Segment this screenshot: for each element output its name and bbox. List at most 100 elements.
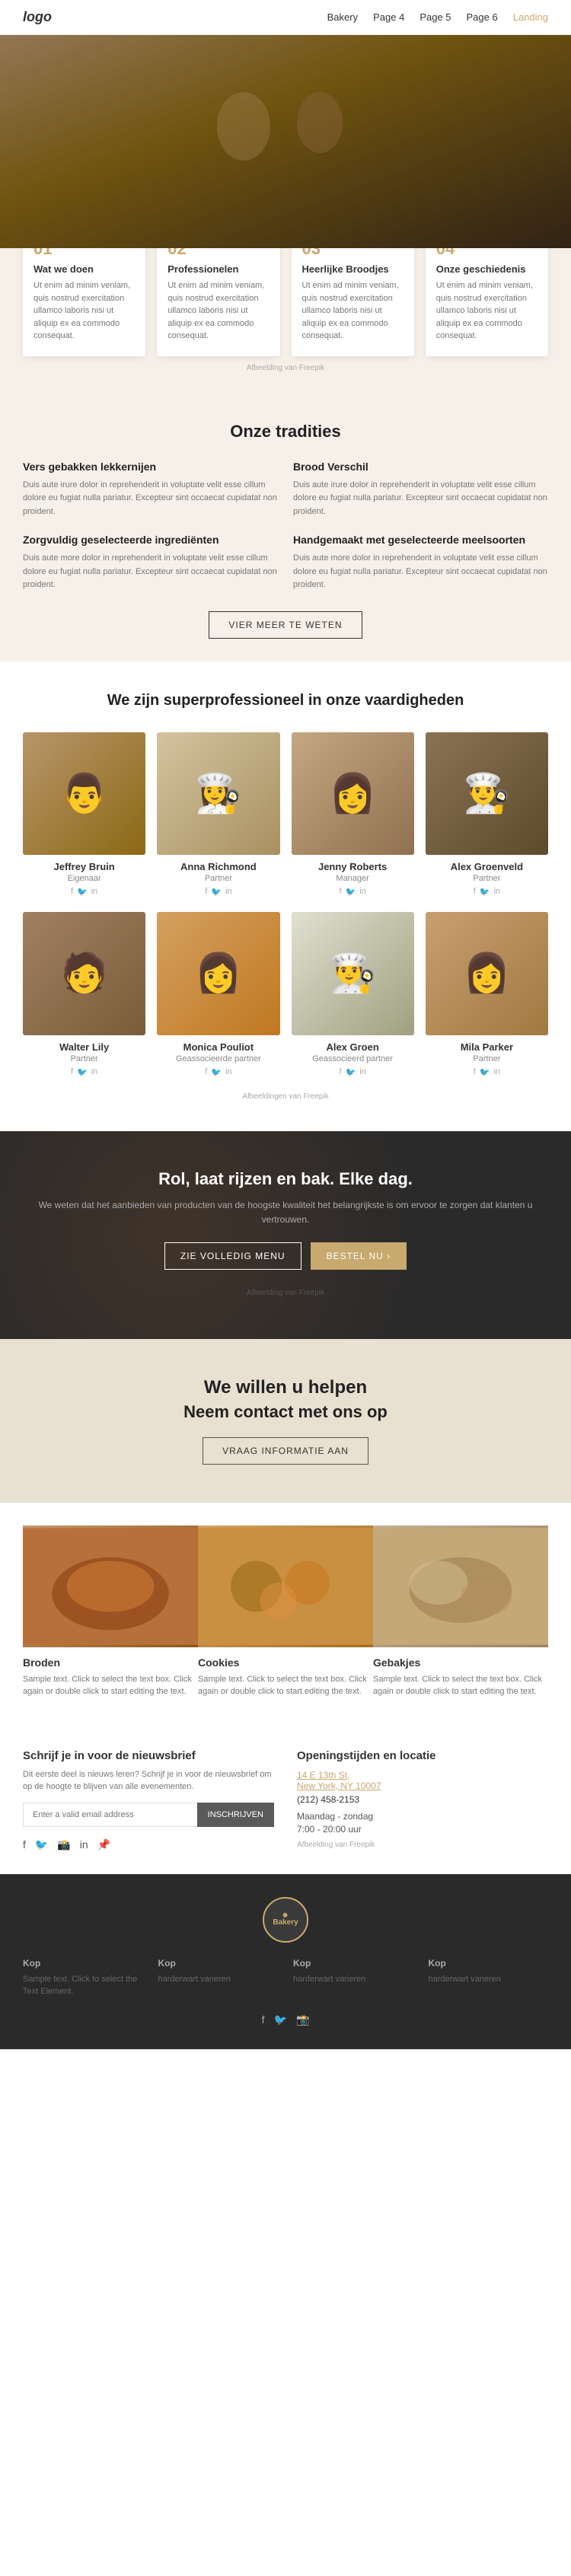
member-6-social[interactable]: f 🐦 in xyxy=(157,1067,279,1077)
twitter-icon[interactable]: 🐦 xyxy=(211,887,222,897)
address[interactable]: 14 E 13th St, New York, NY 10007 xyxy=(297,1770,548,1791)
footer-columns: Kop Sample text. Click to select the Tex… xyxy=(23,1958,548,1998)
nav-page6[interactable]: Page 6 xyxy=(467,11,498,23)
footer-col-3-title: Kop xyxy=(293,1958,413,1969)
member-1-name: Jeffrey Bruin xyxy=(23,861,145,872)
nav-page5[interactable]: Page 5 xyxy=(419,11,451,23)
linkedin-icon[interactable]: in xyxy=(493,887,500,897)
footer-instagram-icon[interactable]: 📸 xyxy=(296,2013,309,2026)
twitter-icon[interactable]: 🐦 xyxy=(77,1067,88,1077)
facebook-icon[interactable]: f xyxy=(205,1067,207,1077)
footer-col-3-text: harderwart varieren xyxy=(293,1973,413,1986)
member-7-social[interactable]: f 🐦 in xyxy=(292,1067,414,1077)
twitter-social-icon[interactable]: 🐦 xyxy=(35,1838,48,1851)
facebook-icon[interactable]: f xyxy=(339,1067,341,1077)
twitter-icon[interactable]: 🐦 xyxy=(480,1067,490,1077)
product-pastry: Gebakjes Sample text. Click to select th… xyxy=(373,1526,548,1707)
pastry-text: Sample text. Click to select the text bo… xyxy=(373,1673,548,1698)
member-2-social[interactable]: f 🐦 in xyxy=(157,887,279,897)
traditions-heading: Onze tradities xyxy=(23,422,548,442)
member-4-role: Partner xyxy=(426,874,548,883)
member-5-name: Walter Lily xyxy=(23,1041,145,1053)
member-7-role: Geassocieerd partner xyxy=(292,1054,414,1063)
nav-page4[interactable]: Page 4 xyxy=(373,11,404,23)
member-6-name: Monica Pouliot xyxy=(157,1041,279,1053)
twitter-icon[interactable]: 🐦 xyxy=(211,1067,222,1077)
bottom-grid: Schrijf je in voor de nieuwsbrief Dit ee… xyxy=(23,1749,548,1851)
member-5-photo: 🧑 xyxy=(23,912,145,1035)
facebook-social-icon[interactable]: f xyxy=(23,1838,26,1851)
bottom-section: Schrijf je in voor de nieuwsbrief Dit ee… xyxy=(0,1749,571,1874)
linkedin-icon[interactable]: in xyxy=(225,1067,232,1077)
member-4-social[interactable]: f 🐦 in xyxy=(426,887,548,897)
newsletter-title: Schrijf je in voor de nieuwsbrief xyxy=(23,1749,274,1762)
team-member-2: 👩‍🍳 Anna Richmond Partner f 🐦 in xyxy=(157,732,279,897)
member-4-name: Alex Groenveld xyxy=(426,861,548,872)
tradition-3-text: Duis aute more dolor in reprehenderit in… xyxy=(23,552,278,592)
nav-landing[interactable]: Landing xyxy=(513,11,548,23)
footer-col-4-text: harderwart varieren xyxy=(429,1973,549,1986)
team-heading: We zijn superprofessioneel in onze vaard… xyxy=(23,692,548,709)
nav-links: Bakery Page 4 Page 5 Page 6 Landing xyxy=(327,11,548,23)
footer-col-4: Kop harderwart varieren xyxy=(429,1958,549,1998)
newsletter-submit-button[interactable]: INSCHRIJVEN xyxy=(197,1803,274,1827)
member-8-social[interactable]: f 🐦 in xyxy=(426,1067,548,1077)
facebook-icon[interactable]: f xyxy=(474,1067,476,1077)
hours-attribution: Afbeelding van Freepik xyxy=(297,1841,548,1849)
linkedin-social-icon[interactable]: in xyxy=(80,1838,88,1851)
member-6-photo: 👩 xyxy=(157,912,279,1035)
hero-section xyxy=(0,35,571,248)
product-bread: Broden Sample text. Click to select the … xyxy=(23,1526,198,1707)
linkedin-icon[interactable]: in xyxy=(359,1067,366,1077)
member-5-social[interactable]: f 🐦 in xyxy=(23,1067,145,1077)
linkedin-icon[interactable]: in xyxy=(493,1067,500,1077)
nav-bakery[interactable]: Bakery xyxy=(327,11,358,23)
newsletter-form: INSCHRIJVEN xyxy=(23,1803,274,1827)
twitter-icon[interactable]: 🐦 xyxy=(77,887,88,897)
facebook-icon[interactable]: f xyxy=(205,887,207,897)
cta-menu-button[interactable]: ZIE VOLLEDIG MENU xyxy=(164,1242,301,1270)
linkedin-icon[interactable]: in xyxy=(225,887,232,897)
facebook-icon[interactable]: f xyxy=(71,1067,73,1077)
pinterest-social-icon[interactable]: 📌 xyxy=(97,1838,110,1851)
linkedin-icon[interactable]: in xyxy=(91,887,98,897)
contact-button[interactable]: VRAAG INFORMATIE AAN xyxy=(203,1437,368,1465)
footer-col-1-title: Kop xyxy=(23,1958,143,1969)
twitter-icon[interactable]: 🐦 xyxy=(346,887,356,897)
footer-col-2-title: Kop xyxy=(158,1958,279,1969)
facebook-icon[interactable]: f xyxy=(71,887,73,897)
card-1-text: Ut enim ad minim veniam, quis nostrud ex… xyxy=(33,279,135,343)
pastry-info: Gebakjes Sample text. Click to select th… xyxy=(373,1647,548,1707)
footer-logo-text: ⬟ Bakery xyxy=(273,1912,298,1927)
card-3-text: Ut enim ad minim veniam, quis nostrud ex… xyxy=(302,279,404,343)
phone[interactable]: (212) 458-2153 xyxy=(297,1794,548,1805)
member-3-social[interactable]: f 🐦 in xyxy=(292,887,414,897)
facebook-icon[interactable]: f xyxy=(339,887,341,897)
cta-text: We weten dat het aanbieden van producten… xyxy=(23,1198,548,1227)
linkedin-icon[interactable]: in xyxy=(91,1067,98,1077)
tradition-4: Handgemaakt met geselecteerde meelsoorte… xyxy=(293,534,548,592)
address-line1: 14 E 13th St, xyxy=(297,1770,548,1781)
footer-logo: ⬟ Bakery xyxy=(263,1897,308,1943)
linkedin-icon[interactable]: in xyxy=(359,887,366,897)
traditions-learn-more-button[interactable]: VIER MEER TE WETEN xyxy=(209,611,362,639)
tradition-1-text: Duis aute irure dolor in reprehenderit i… xyxy=(23,479,278,519)
facebook-icon[interactable]: f xyxy=(474,887,476,897)
footer-col-1-text: Sample text. Click to select the Text El… xyxy=(23,1973,143,1998)
footer-col-3: Kop harderwart varieren xyxy=(293,1958,413,1998)
tradition-4-title: Handgemaakt met geselecteerde meelsoorte… xyxy=(293,534,548,546)
team-grid-row1: 👨 Jeffrey Bruin Eigenaar f 🐦 in 👩‍🍳 Anna… xyxy=(23,732,548,897)
card-4-title: Onze geschiedenis xyxy=(436,263,538,275)
twitter-icon[interactable]: 🐦 xyxy=(346,1067,356,1077)
footer-facebook-icon[interactable]: f xyxy=(262,2013,265,2026)
twitter-icon[interactable]: 🐦 xyxy=(480,887,490,897)
newsletter-email-input[interactable] xyxy=(23,1803,197,1827)
cta-order-button[interactable]: BESTEL NU › xyxy=(311,1242,407,1270)
instagram-social-icon[interactable]: 📸 xyxy=(57,1838,70,1851)
bread-text: Sample text. Click to select the text bo… xyxy=(23,1673,198,1698)
team-attribution: Afbeeldingen van Freepik xyxy=(23,1092,548,1101)
member-3-name: Jenny Roberts xyxy=(292,861,414,872)
member-1-social[interactable]: f 🐦 in xyxy=(23,887,145,897)
social-icons: f 🐦 📸 in 📌 xyxy=(23,1838,274,1851)
footer-twitter-icon[interactable]: 🐦 xyxy=(274,2013,287,2026)
